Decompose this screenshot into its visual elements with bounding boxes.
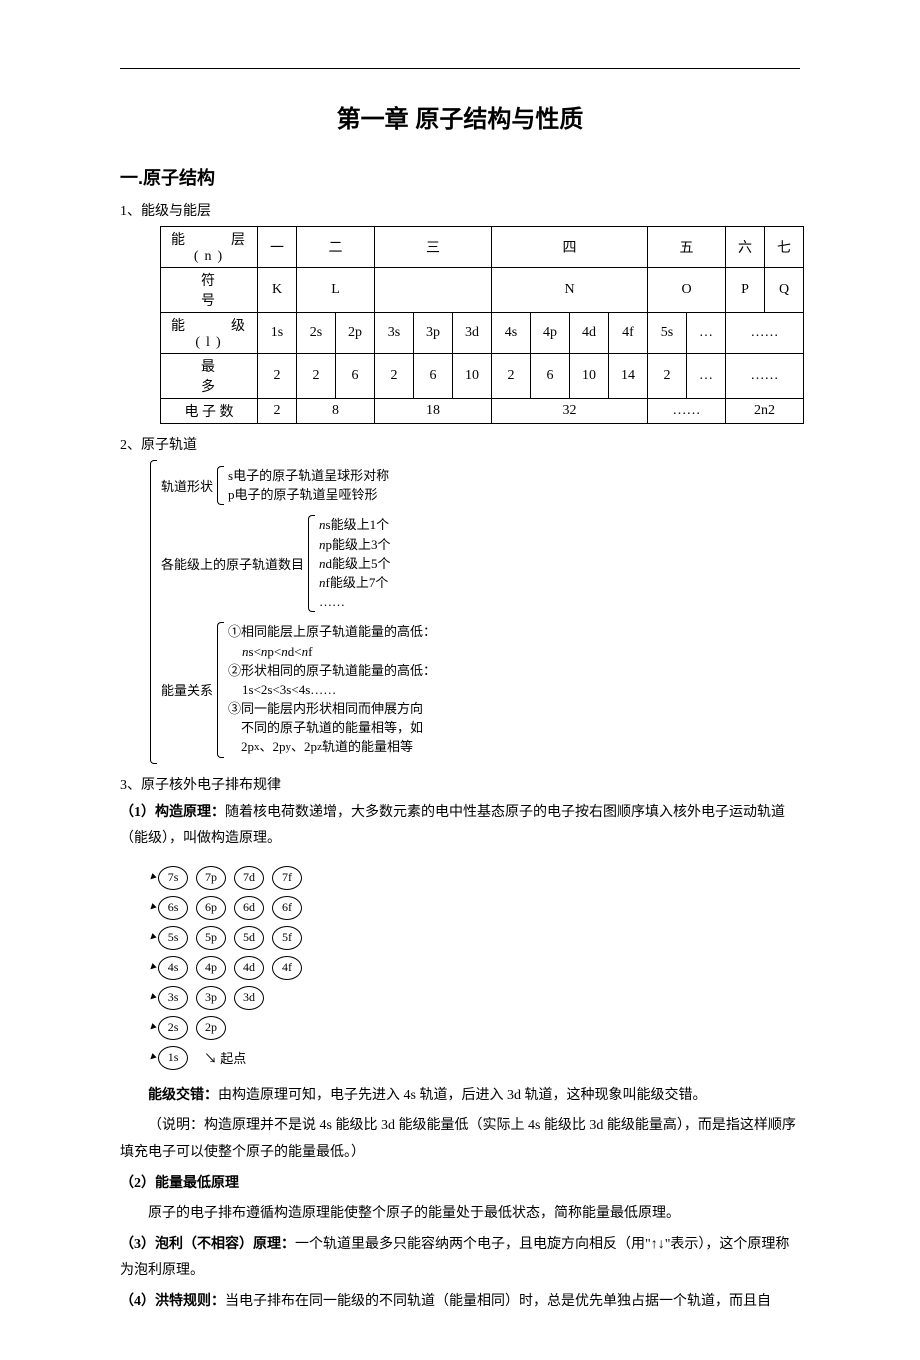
bracket-line: s电子的原子轨道呈球形对称	[228, 467, 389, 485]
chapter-title: 第一章 原子结构与性质	[120, 99, 800, 134]
bracket-line: p电子的原子轨道呈哑铃形	[228, 486, 389, 504]
orbital-5s: 5s	[158, 926, 188, 950]
orbital-2p: 2p	[196, 1016, 226, 1040]
top-rule	[120, 68, 800, 69]
bracket-line: 1s<2s<3s<4s……	[228, 681, 436, 699]
orbital-6s: 6s	[158, 896, 188, 920]
aufbau-start-label: ↘ 起点	[204, 1048, 246, 1067]
bracket-line: nd能级上5个	[319, 555, 391, 573]
orbital-6p: 6p	[196, 896, 226, 920]
orbital-3s: 3s	[158, 986, 188, 1010]
orbital-4p: 4p	[196, 956, 226, 980]
bracket-line: ……	[319, 593, 391, 611]
item-3-label: 3、原子核外电子排布规律	[120, 774, 800, 794]
orbital-1s: 1s	[158, 1046, 188, 1070]
rule-4: （4）洪特规则：当电子排布在同一能级的不同轨道（能量相同）时，总是优先单独占据一…	[120, 1289, 800, 1316]
bracket-line: nns能级上1个s能级上1个	[319, 516, 391, 534]
bracket-line: ③同一能层内形状相同而伸展方向	[228, 700, 436, 718]
aufbau-row: ▸5s5p5d5f	[150, 923, 800, 953]
aufbau-row: ▸3s3p3d	[150, 983, 800, 1013]
bracket-line: nf能级上7个	[319, 574, 391, 592]
orbital-7f: 7f	[272, 866, 302, 890]
orbital-3d: 3d	[234, 986, 264, 1010]
energy-cross: 能级交错：由构造原理可知，电子先进入 4s 轨道，后进入 3d 轨道，这种现象叫…	[120, 1083, 800, 1110]
orbital-4f: 4f	[272, 956, 302, 980]
orbital-2s: 2s	[158, 1016, 188, 1040]
bracket-line: 2px、2py、2pz轨道的能量相等	[228, 738, 436, 756]
item-2-label: 2、原子轨道	[120, 434, 800, 454]
rule-3: （3）泡利（不相容）原理：一个轨道里最多只能容纳两个电子，且电旋方向相反（用"↑…	[120, 1232, 800, 1285]
aufbau-row: ▸7s7p7d7f	[150, 863, 800, 893]
orbital-3p: 3p	[196, 986, 226, 1010]
aufbau-row: ▸1s↘ 起点	[150, 1043, 800, 1073]
orbital-5p: 5p	[196, 926, 226, 950]
section-1-heading: 一.原子结构	[120, 164, 800, 190]
orbital-5f: 5f	[272, 926, 302, 950]
bracket-line: np能级上3个	[319, 536, 391, 554]
bracket-line: ns<np<nd<nf	[228, 643, 436, 661]
table-row: 电 子 数 2 8 18 32 …… 2n2	[161, 399, 804, 424]
orbital-6f: 6f	[272, 896, 302, 920]
aufbau-row: ▸6s6p6d6f	[150, 893, 800, 923]
bracket-shape-label: 轨道形状	[161, 466, 217, 505]
table-row: 能 层(n) 一 二 三 四 五 六 七	[161, 227, 804, 268]
aufbau-row: ▸2s2p	[150, 1013, 800, 1043]
bracket-line: ②形状相同的原子轨道能量的高低：	[228, 662, 436, 680]
energy-level-table: 能 层(n) 一 二 三 四 五 六 七 符 号 K L N O P Q 能 级…	[160, 226, 804, 424]
orbital-7s: 7s	[158, 866, 188, 890]
table-row: 能 级(l) 1s 2s 2p 3s 3p 3d 4s 4p 4d 4f 5s …	[161, 313, 804, 354]
rule-2-body: 原子的电子排布遵循构造原理能使整个原子的能量处于最低状态，简称能量最低原理。	[120, 1201, 800, 1228]
rule-1: （1）构造原理：随着核电荷数递增，大多数元素的电中性基态原子的电子按右图顺序填入…	[120, 800, 800, 853]
orbital-7d: 7d	[234, 866, 264, 890]
orbital-5d: 5d	[234, 926, 264, 950]
bracket-count-label: 各能级上的原子轨道数目	[161, 515, 308, 612]
orbital-bracket-diagram: 轨道形状 s电子的原子轨道呈球形对称 p电子的原子轨道呈哑铃形 各能级上的原子轨…	[150, 460, 800, 764]
table-row: 符 号 K L N O P Q	[161, 268, 804, 313]
orbital-4s: 4s	[158, 956, 188, 980]
energy-cross-note: （说明：构造原理并不是说 4s 能级比 3d 能级能量低（实际上 4s 能级比 …	[120, 1113, 800, 1166]
orbital-6d: 6d	[234, 896, 264, 920]
orbital-4d: 4d	[234, 956, 264, 980]
table-row: 最 多 2 2 6 2 6 10 2 6 10 14 2 … ……	[161, 354, 804, 399]
bracket-line: 不同的原子轨道的能量相等，如	[228, 719, 436, 737]
rule-2-head: （2）能量最低原理	[120, 1171, 800, 1198]
aufbau-row: ▸4s4p4d4f	[150, 953, 800, 983]
aufbau-diagram: ▸7s7p7d7f▸6s6p6d6f▸5s5p5d5f▸4s4p4d4f▸3s3…	[150, 863, 800, 1073]
item-1-label: 1、能级与能层	[120, 200, 800, 220]
orbital-7p: 7p	[196, 866, 226, 890]
bracket-energy-label: 能量关系	[161, 622, 217, 757]
bracket-line: ①相同能层上原子轨道能量的高低：	[228, 623, 436, 641]
